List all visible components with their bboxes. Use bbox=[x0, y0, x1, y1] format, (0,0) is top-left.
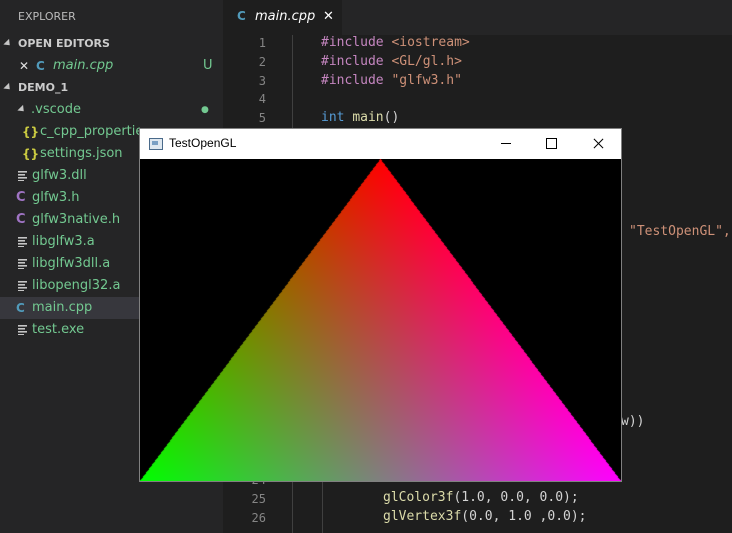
line-number: 4 bbox=[258, 92, 266, 106]
sidebar-item-label: glfw3.h bbox=[32, 190, 80, 205]
chevron-down-icon bbox=[3, 82, 13, 93]
project-label: DEMO_1 bbox=[18, 81, 69, 94]
code-line-2: #include <GL/gl.h> bbox=[321, 54, 462, 69]
window-title: TestOpenGL bbox=[169, 136, 237, 150]
binary-file-icon bbox=[18, 259, 27, 269]
chevron-down-icon bbox=[3, 38, 13, 49]
sidebar-item-label: settings.json bbox=[40, 146, 123, 161]
cpp-file-icon: C bbox=[16, 301, 25, 315]
code-line-1: #include <iostream> bbox=[321, 35, 470, 50]
c-file-icon: C bbox=[16, 190, 26, 205]
json-file-icon: {} bbox=[22, 147, 40, 161]
close-button[interactable] bbox=[575, 129, 621, 159]
sidebar-item-label: glfw3native.h bbox=[32, 212, 121, 227]
sidebar-item-label: .vscode bbox=[31, 102, 81, 117]
open-editors-label: OPEN EDITORS bbox=[18, 37, 110, 50]
modified-dot-icon: ● bbox=[201, 105, 209, 115]
window-titlebar[interactable]: TestOpenGL bbox=[140, 129, 621, 159]
code-partial-string: "TestOpenGL", bbox=[629, 224, 731, 239]
indent-guide bbox=[322, 475, 323, 533]
line-number: 1 bbox=[258, 36, 266, 50]
binary-file-icon bbox=[18, 325, 27, 335]
close-icon[interactable]: ✕ bbox=[19, 55, 29, 77]
line-number: 5 bbox=[258, 111, 266, 125]
line-number: 2 bbox=[258, 55, 266, 69]
sidebar-item-label: c_cpp_properties.json bbox=[40, 124, 140, 139]
binary-file-icon bbox=[18, 237, 27, 247]
open-editor-filename: main.cpp bbox=[53, 58, 114, 73]
json-file-icon: {} bbox=[22, 125, 40, 139]
sidebar-item-label: glfw3.dll bbox=[32, 168, 87, 183]
binary-file-icon bbox=[18, 281, 27, 291]
code-line-5: int main() bbox=[321, 110, 400, 125]
open-editor-item-main[interactable]: ✕ C main.cpp U bbox=[0, 55, 223, 77]
sidebar-item-vscode[interactable]: .vscode ● bbox=[0, 99, 223, 121]
sidebar-item-label: libopengl32.a bbox=[32, 278, 121, 293]
folder-expanded-icon bbox=[17, 104, 27, 115]
sidebar-item-label: libglfw3.a bbox=[32, 234, 95, 249]
code-line-25: glColor3f(1.0, 0.0, 0.0); bbox=[383, 490, 579, 505]
binary-file-icon bbox=[18, 171, 27, 181]
project-header[interactable]: DEMO_1 bbox=[0, 77, 223, 99]
line-number: 26 bbox=[251, 511, 266, 525]
close-icon[interactable]: ✕ bbox=[323, 9, 334, 24]
tab-main-cpp[interactable]: C main.cpp ✕ bbox=[223, 0, 342, 35]
opengl-window[interactable]: TestOpenGL bbox=[140, 129, 621, 481]
explorer-title: EXPLORER bbox=[18, 10, 76, 23]
cpp-file-icon: C bbox=[36, 59, 45, 73]
sidebar-item-label: test.exe bbox=[32, 322, 85, 337]
sidebar-item-label: main.cpp bbox=[32, 300, 93, 315]
line-number: 25 bbox=[251, 492, 266, 506]
code-line-26: glVertex3f(0.0, 1.0 ,0.0); bbox=[383, 509, 587, 524]
maximize-icon bbox=[546, 138, 557, 149]
maximize-button[interactable] bbox=[529, 129, 575, 159]
tab-label: main.cpp bbox=[255, 9, 316, 24]
open-editors-header[interactable]: OPEN EDITORS bbox=[0, 33, 223, 55]
sidebar-item-label: libglfw3dll.a bbox=[32, 256, 111, 271]
cpp-file-icon: C bbox=[237, 9, 246, 23]
render-canvas bbox=[140, 159, 621, 481]
c-file-icon: C bbox=[16, 212, 26, 227]
minimize-button[interactable] bbox=[483, 129, 529, 159]
code-partial-while: w)) bbox=[621, 414, 645, 429]
code-line-3: #include "glfw3.h" bbox=[321, 73, 462, 88]
editor-tab-bar: C main.cpp ✕ bbox=[223, 0, 732, 35]
app-window-icon bbox=[149, 138, 163, 150]
untracked-status: U bbox=[203, 58, 213, 73]
line-number: 3 bbox=[258, 74, 266, 88]
minimize-icon bbox=[501, 143, 511, 144]
